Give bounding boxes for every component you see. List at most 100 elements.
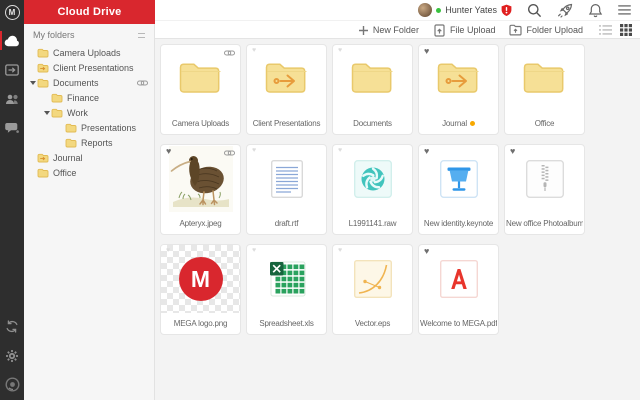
sidebar-item-label: Finance bbox=[67, 92, 100, 103]
rocket-upgrade-icon[interactable] bbox=[557, 3, 573, 18]
favourite-heart-icon[interactable]: ♥ bbox=[424, 47, 429, 56]
favourite-heart-icon[interactable]: ♥ bbox=[424, 247, 429, 256]
sidebar-header: My folders bbox=[24, 24, 154, 45]
file-tile-new-office-photoalbum-zip[interactable]: ♥ New office Photoalbum.zip bbox=[504, 144, 585, 235]
sidebar-item-office[interactable]: Office bbox=[24, 165, 154, 180]
folder-icon bbox=[37, 168, 49, 178]
avatar bbox=[418, 3, 433, 17]
caret-expanded-icon[interactable] bbox=[42, 110, 51, 115]
file-tile-apteryx-jpeg[interactable]: ♥ Apteryx.jpeg bbox=[160, 144, 241, 235]
file-tile-l1991141-raw[interactable]: ♥ L1991141.raw bbox=[332, 144, 413, 235]
nav-rail: M bbox=[0, 0, 24, 400]
sidebar-item-client-presentations[interactable]: Client Presentations bbox=[24, 60, 154, 75]
sidebar-item-label: Reports bbox=[81, 137, 113, 148]
file-tile-draft-rtf[interactable]: ♥ draft.rtf bbox=[246, 144, 327, 235]
tile-label: Office bbox=[534, 119, 555, 128]
folder-sidebar: My folders Camera Uploads Client Presenta… bbox=[24, 24, 155, 400]
mega-cloud-drive-app: M Cloud Drive Hunter Yates New Folder Fi… bbox=[0, 0, 640, 400]
caret-expanded-icon[interactable] bbox=[28, 80, 37, 85]
folder-tile-office[interactable]: Office bbox=[504, 44, 585, 135]
sidebar-item-camera-uploads[interactable]: Camera Uploads bbox=[24, 45, 154, 60]
orange-label-dot bbox=[469, 121, 475, 127]
sidebar-item-label: Presentations bbox=[81, 122, 137, 133]
folder-icon bbox=[65, 123, 77, 133]
folder-tile-documents[interactable]: ♥ Documents bbox=[332, 44, 413, 135]
sidebar-item-finance[interactable]: Finance bbox=[24, 90, 154, 105]
view-toggle bbox=[599, 24, 632, 36]
shared-folder-icon bbox=[5, 63, 19, 76]
nav-chat[interactable] bbox=[0, 115, 24, 140]
file-tile-mega-logo-png[interactable]: ♥ M MEGA logo.png bbox=[160, 244, 241, 335]
sidebar-item-journal[interactable]: Journal bbox=[24, 150, 154, 165]
cloud-icon bbox=[4, 35, 19, 46]
chat-bubble-icon bbox=[5, 122, 19, 133]
plus-icon bbox=[358, 25, 368, 35]
file-upload-button[interactable]: File Upload bbox=[433, 23, 495, 37]
lens-icon bbox=[4, 377, 20, 392]
file-tile-spreadsheet-xls[interactable]: ♥ Spreadsheet.xls bbox=[246, 244, 327, 335]
sidebar-item-label: Client Presentations bbox=[53, 62, 134, 73]
grid-view-icon[interactable] bbox=[620, 24, 632, 36]
sidebar-item-label: Journal bbox=[53, 152, 83, 163]
sidebar-item-documents[interactable]: Documents bbox=[24, 75, 154, 90]
favourite-heart-icon[interactable]: ♥ bbox=[338, 247, 342, 254]
nav-app-lens[interactable] bbox=[0, 372, 24, 397]
shared-folder-icon bbox=[37, 153, 49, 163]
nav-contacts[interactable] bbox=[0, 86, 24, 111]
nav-sync[interactable] bbox=[0, 314, 24, 339]
tile-label: Camera Uploads bbox=[171, 119, 230, 128]
folder-upload-button[interactable]: Folder Upload bbox=[509, 24, 583, 36]
tile-label: New identity.keynote bbox=[423, 219, 494, 228]
zip-file-icon bbox=[505, 145, 584, 213]
shared-folder-thumbnail bbox=[247, 45, 326, 113]
folder-tile-camera-uploads[interactable]: Camera Uploads bbox=[160, 44, 241, 135]
shared-folder-icon bbox=[37, 63, 49, 73]
sidebar-item-label: Work bbox=[67, 107, 88, 118]
file-browser: Camera Uploads ♥ Client Presentations ♥ Docu… bbox=[155, 39, 640, 400]
favourite-heart-icon[interactable]: ♥ bbox=[166, 247, 170, 254]
xls-file-icon bbox=[247, 245, 326, 313]
favourite-heart-icon[interactable]: ♥ bbox=[424, 147, 429, 156]
tile-label: Client Presentations bbox=[252, 119, 321, 128]
favourite-heart-icon[interactable]: ♥ bbox=[252, 247, 256, 254]
notifications-bell-icon[interactable] bbox=[588, 3, 603, 18]
favourite-heart-icon[interactable]: ♥ bbox=[252, 147, 256, 154]
menu-icon[interactable] bbox=[618, 4, 631, 16]
public-link-icon bbox=[137, 79, 148, 87]
list-view-icon[interactable] bbox=[599, 24, 612, 36]
png-thumbnail: M bbox=[161, 245, 240, 313]
public-link-icon bbox=[224, 49, 235, 57]
sidebar-item-reports[interactable]: Reports bbox=[24, 135, 154, 150]
user-menu[interactable]: Hunter Yates bbox=[418, 3, 512, 17]
favourite-heart-icon[interactable]: ♥ bbox=[338, 47, 342, 54]
nav-cloud-drive[interactable] bbox=[0, 28, 24, 53]
favourite-heart-icon[interactable]: ♥ bbox=[338, 147, 342, 154]
nav-incoming-shares[interactable] bbox=[0, 57, 24, 82]
sidebar-item-work[interactable]: Work bbox=[24, 105, 154, 120]
file-tile-vector-eps[interactable]: ♥ Vector.eps bbox=[332, 244, 413, 335]
tile-label: Welcome to MEGA.pdf bbox=[420, 319, 497, 328]
rtf-file-icon bbox=[247, 145, 326, 213]
search-icon[interactable] bbox=[527, 3, 542, 18]
favourite-heart-icon[interactable]: ♥ bbox=[252, 47, 256, 54]
folder-icon bbox=[51, 108, 63, 118]
tile-label: MEGA logo.png bbox=[173, 319, 228, 328]
sidebar-item-presentations[interactable]: Presentations bbox=[24, 120, 154, 135]
sidebar-header-label: My folders bbox=[33, 30, 75, 40]
favourite-heart-icon[interactable]: ♥ bbox=[166, 147, 171, 156]
folder-tile-journal[interactable]: ♥ Journal bbox=[418, 44, 499, 135]
folder-tree: Camera Uploads Client Presentations Docume… bbox=[24, 45, 154, 180]
sidebar-resize-grip[interactable] bbox=[138, 32, 145, 38]
file-tile-new-identity-keynote[interactable]: ♥ New identity.keynote bbox=[418, 144, 499, 235]
online-status-dot bbox=[436, 7, 442, 13]
nav-settings[interactable] bbox=[0, 343, 24, 368]
sidebar-item-label: Documents bbox=[53, 77, 99, 88]
tile-grid: Camera Uploads ♥ Client Presentations ♥ Docu… bbox=[160, 44, 585, 335]
new-folder-button[interactable]: New Folder bbox=[358, 25, 419, 36]
membership-shield-icon bbox=[501, 4, 512, 16]
folder-icon bbox=[37, 78, 49, 88]
file-tile-welcome-to-mega-pdf[interactable]: ♥ Welcome to MEGA.pdf bbox=[418, 244, 499, 335]
favourite-heart-icon[interactable]: ♥ bbox=[510, 147, 515, 156]
folder-tile-client-presentations[interactable]: ♥ Client Presentations bbox=[246, 44, 327, 135]
mega-logo-icon[interactable]: M bbox=[0, 0, 24, 24]
